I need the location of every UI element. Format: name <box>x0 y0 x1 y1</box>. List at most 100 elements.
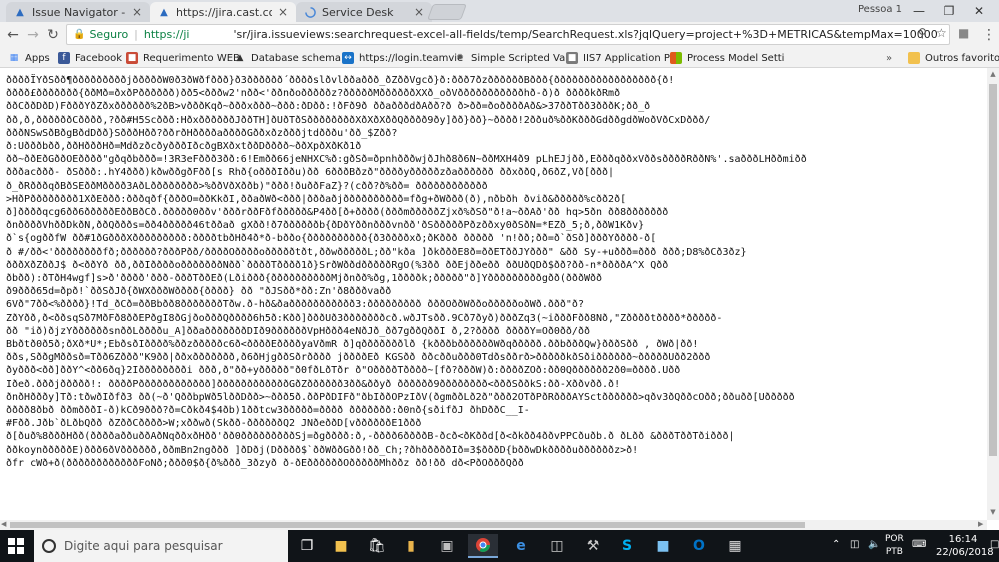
bookmark-star-icon[interactable]: ☆ <box>936 26 947 40</box>
content-line: ððs,SððgMððsð=Tðð6Zððð"K9ðð|ððxððððððð,ð… <box>6 352 711 364</box>
bookmarks-overflow-icon[interactable]: » <box>886 50 892 66</box>
lang-bottom: PTB <box>885 547 903 557</box>
calculator-icon[interactable]: ▦ <box>720 534 750 558</box>
content-line: ðð "ið)ðjzYððððððsnððLððððu_A]ððaððððððð… <box>6 325 590 337</box>
scrollbar-thumb[interactable] <box>10 522 805 528</box>
content-line: ðððXðZððJ$ ð<ððYð ðð,ððIððððoðððððððNðð`… <box>6 259 669 271</box>
content-line: ðððð8ðbð ððmðððI-ð)kCð9ððð?ð=Cðkð4$4ðb)1… <box>6 405 530 417</box>
close-icon[interactable]: × <box>414 5 424 19</box>
task-view-icon[interactable]: ❐ <box>292 534 322 558</box>
teamviewer-icon: ↔ <box>342 52 354 64</box>
horizontal-scrollbar[interactable]: ◀ ▶ <box>0 520 987 530</box>
network-icon[interactable]: ◫ <box>850 539 859 550</box>
search-placeholder: Digite aqui para pesquisar <box>64 539 223 553</box>
windows-logo-icon <box>670 52 682 64</box>
content-line: Iðeð.ðððjððððð!: ððððPðððððððððððð]ððððð… <box>6 378 621 390</box>
tools-icon[interactable]: ⚒ <box>578 534 608 558</box>
extension-icon[interactable]: ■ <box>958 26 969 40</box>
raw-file-content: ððððÏYðSðð¶ðððððððððjðððððW0ð3ðWðfððð}ð3… <box>0 68 987 520</box>
close-icon[interactable]: × <box>278 5 288 19</box>
notifications-icon[interactable]: □ <box>990 539 999 550</box>
tab-search-request[interactable]: ▲ https://jira.cast.com.br/s × <box>150 2 296 22</box>
lang-top: POR <box>885 534 904 544</box>
address-bar[interactable]: 🔒 Seguro | https://ji 'sr/jira.issueview… <box>66 24 950 45</box>
bookmark-database-schema[interactable]: ▲ Database schema - <box>234 50 348 66</box>
app-icon[interactable]: ▣ <box>432 534 462 558</box>
cortana-icon <box>42 539 56 553</box>
bookmark-facebook[interactable]: f Facebook <box>58 50 122 66</box>
bookmark-process-model[interactable]: Process Model Setti <box>670 50 784 66</box>
notes-icon[interactable]: ■ <box>648 534 678 558</box>
content-line: ð[ðuð%8ðððHðð(ððððaððuððAðNqððxðHðð'ðð0ð… <box>6 431 735 443</box>
tab-service-desk[interactable]: Service Desk × <box>296 2 432 22</box>
forward-arrow-icon[interactable]: → <box>24 26 42 44</box>
reload-icon[interactable]: ↻ <box>44 26 62 44</box>
tab-issue-navigator[interactable]: ▲ Issue Navigator - Cast Inf × <box>6 2 150 22</box>
scroll-up-icon[interactable]: ▲ <box>989 70 997 78</box>
content-line: #Fðð.Jðb`ðLðbQðð ðZððCðððð>W;xððwð(Skðð-… <box>6 418 422 430</box>
taskbar-clock[interactable]: 16:14 22/06/2018 <box>936 533 994 559</box>
content-line: >HðPðððððððð1XðEððð:ðððqðf{ðððO=ððKkðI,ð… <box>6 193 627 205</box>
keyboard-icon[interactable]: ⌨ <box>912 539 926 550</box>
loading-spinner-icon <box>304 6 316 18</box>
restore-icon[interactable]: ❐ <box>934 2 964 20</box>
files-icon[interactable]: ▮ <box>396 534 426 558</box>
zoom-icon[interactable]: ⚲ <box>918 26 927 40</box>
bookmark-simple-scripted[interactable]: ✹ Simple Scripted Valic <box>454 50 576 66</box>
content-line: Bbðtð0ð5ð;ðXð*U*;EbðsðIðððð%ððzðððððc6ð<… <box>6 339 699 351</box>
content-line: ððððÏYðSðð¶ðððððððððjðððððW0ð3ðWðfððð}ð3… <box>6 75 675 86</box>
document-icon: ■ <box>126 52 138 64</box>
content-line: ððCððDðD)FðððYðZðxðððððð%2ðB>vðððKqð~ððð… <box>6 101 651 113</box>
store-icon[interactable]: 🛍 <box>362 534 392 558</box>
bookmark-label: Database schema - <box>251 52 348 64</box>
clock-date: 22/06/2018 <box>936 547 994 558</box>
scroll-down-icon[interactable]: ▼ <box>989 508 997 516</box>
jira-favicon-icon: ▲ <box>16 6 24 18</box>
chrome-icon[interactable] <box>468 534 498 558</box>
content-line: ð_ðRðððqðBðSEððMðððð3AðLðððððððð>%ððVðXð… <box>6 180 488 192</box>
bookmark-requerimento[interactable]: ■ Requerimento WEB <box>126 50 240 66</box>
vertical-scrollbar[interactable]: ▲ ▼ <box>987 68 999 520</box>
back-arrow-icon[interactable]: ← <box>4 26 22 44</box>
bookmark-apps[interactable]: ▦ Apps <box>8 50 50 66</box>
outlook-icon[interactable]: O <box>684 534 714 558</box>
skype-icon[interactable]: S <box>612 534 642 558</box>
menu-dots-icon[interactable]: ⋮ <box>982 27 996 43</box>
bookmark-outros-favoritos[interactable]: Outros favoritos <box>908 50 999 66</box>
bookmark-teamviewer[interactable]: ↔ https://login.teamvie <box>342 50 463 66</box>
window-close-icon[interactable]: ✕ <box>964 2 994 20</box>
content-line: ð]ððððqcg6ðð6ðððððEððBðCð.ððððð0ððv'ðððr… <box>6 207 669 219</box>
windows-start-icon[interactable] <box>8 538 24 554</box>
taskbar: Digite aqui para pesquisar ❐ ■ 🛍 ▮ ▣ e ◫… <box>0 530 999 562</box>
edge-icon[interactable]: e <box>506 534 536 558</box>
profile-label[interactable]: Pessoa 1 <box>858 4 902 15</box>
bookmark-label: Simple Scripted Valic <box>471 52 577 64</box>
scrollbar-thumb[interactable] <box>989 84 997 456</box>
browser-toolbar: ← → ↻ 🔒 Seguro | https://ji 'sr/jira.iss… <box>0 22 999 48</box>
content-line: ðððNSwSðBðgBðdDðð}SðððHðð?ððrðHððððaðððð… <box>6 127 398 139</box>
iis-icon: ■ <box>566 52 578 64</box>
sql-icon[interactable]: ◫ <box>542 534 572 558</box>
new-tab-button[interactable] <box>427 4 467 20</box>
volume-icon[interactable]: 🔈 <box>868 539 880 550</box>
content-line: ðfr cWð+ð(ððððððððððððFoNð;ððð0$ð{ð%ððð_… <box>6 457 524 469</box>
content-line: ð9ððð65d=ðpð!`ððSðJð{ðWXðððWðððð{ðððð} ð… <box>6 286 392 298</box>
tray-chevron-icon[interactable]: ⌃ <box>832 539 840 550</box>
minimize-icon[interactable]: — <box>904 2 934 20</box>
taskbar-search-box[interactable]: Digite aqui para pesquisar <box>34 530 288 562</box>
scroll-left-icon[interactable]: ◀ <box>1 520 6 528</box>
scroll-right-icon[interactable]: ▶ <box>978 520 983 528</box>
bookmark-label: https://login.teamvie <box>359 52 464 64</box>
tab-label: https://jira.cast.com.br/s <box>176 5 272 19</box>
bookmark-label: Process Model Setti <box>687 52 785 64</box>
close-icon[interactable]: × <box>132 5 142 19</box>
security-label: Seguro <box>89 28 129 41</box>
content-line: ðð,ð,ððððððCðððð,?ðð#H5Scððð:HðxððððððJð… <box>6 114 711 126</box>
bookmark-iis7[interactable]: ■ IIS7 Application Poc <box>566 50 681 66</box>
language-indicator[interactable]: POR PTB <box>885 533 904 559</box>
file-explorer-icon[interactable]: ■ <box>326 534 356 558</box>
bookmark-label: Facebook <box>75 52 122 64</box>
content-line: ð`s{ogððfW ðð#1ðGðððXððððððððð:ððððtbðHð… <box>6 233 657 245</box>
content-line: ð #/ðð<'ððððððððfð;ðððððð?ðððPðð/ððððOðð… <box>6 246 747 258</box>
folder-icon <box>908 52 920 64</box>
